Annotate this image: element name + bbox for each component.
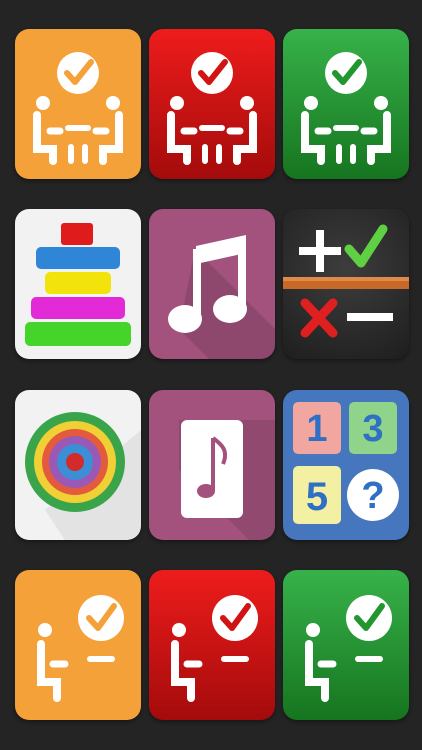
app-tile-single-person-orange[interactable]: [15, 570, 141, 720]
single-person-check-icon: [171, 595, 258, 702]
number-card-three: 3: [362, 408, 384, 450]
music-note-icon: [168, 235, 275, 359]
single-person-check-icon: [305, 595, 392, 702]
app-tile-stacking-rings[interactable]: [15, 209, 141, 359]
app-tile-meeting-green[interactable]: [283, 29, 409, 179]
app-tile-single-person-green[interactable]: [283, 570, 409, 720]
stacking-rings-toy-icon: [25, 223, 131, 346]
app-tile-math-operations[interactable]: [283, 209, 409, 359]
number-card-one: 1: [306, 408, 328, 450]
app-tile-music-card[interactable]: [149, 390, 275, 540]
app-tile-number-cards[interactable]: 1 3 5 ?: [283, 390, 409, 540]
two-people-meeting-check-icon: [301, 52, 391, 165]
two-people-meeting-check-icon: [167, 52, 257, 165]
app-tile-single-person-red[interactable]: [149, 570, 275, 720]
app-tile-music[interactable]: [149, 209, 275, 359]
concentric-target-icon: [25, 412, 141, 540]
single-person-check-icon: [37, 595, 124, 702]
number-card-five: 5: [305, 475, 329, 519]
app-tile-meeting-orange[interactable]: [15, 29, 141, 179]
music-card-icon: [179, 420, 275, 540]
app-tile-target[interactable]: [15, 390, 141, 540]
two-people-meeting-check-icon: [33, 52, 123, 165]
number-card-question: ?: [361, 475, 385, 517]
plus-check-cross-minus-icon: [283, 224, 409, 338]
app-tile-meeting-red[interactable]: [149, 29, 275, 179]
